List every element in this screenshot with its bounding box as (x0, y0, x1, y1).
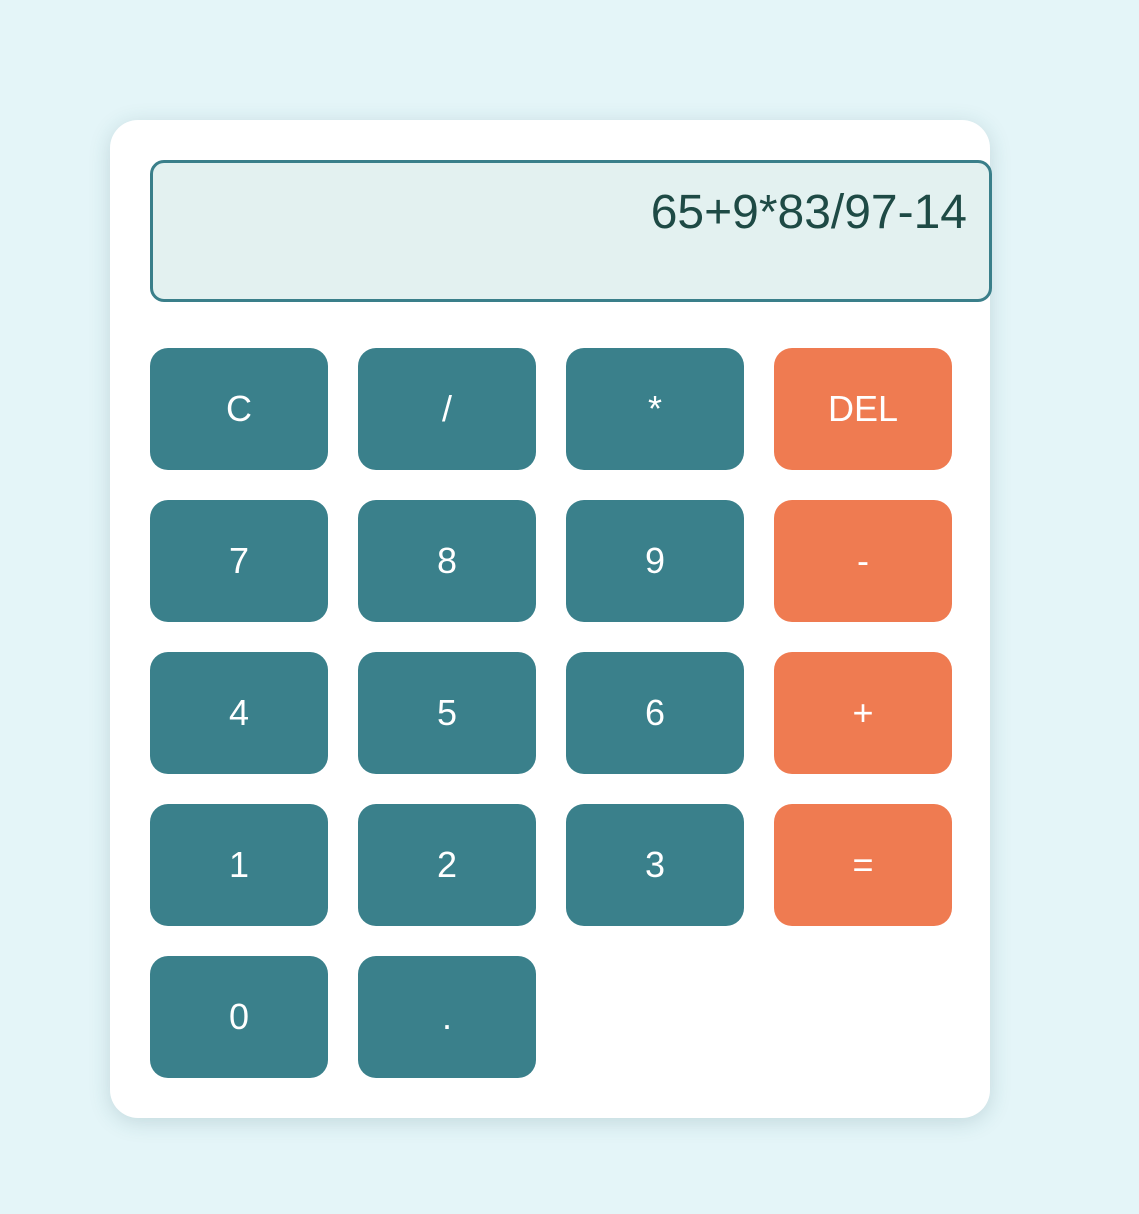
delete-button[interactable]: DEL (774, 348, 952, 470)
clear-button[interactable]: C (150, 348, 328, 470)
plus-button[interactable]: + (774, 652, 952, 774)
equals-button[interactable]: = (774, 804, 952, 926)
calculator-display: 65+9*83/97-14 (150, 160, 992, 302)
decimal-button[interactable]: . (358, 956, 536, 1078)
digit-1-button[interactable]: 1 (150, 804, 328, 926)
digit-8-button[interactable]: 8 (358, 500, 536, 622)
digit-6-button[interactable]: 6 (566, 652, 744, 774)
digit-5-button[interactable]: 5 (358, 652, 536, 774)
multiply-button[interactable]: * (566, 348, 744, 470)
digit-2-button[interactable]: 2 (358, 804, 536, 926)
divide-button[interactable]: / (358, 348, 536, 470)
digit-3-button[interactable]: 3 (566, 804, 744, 926)
minus-button[interactable]: - (774, 500, 952, 622)
digit-7-button[interactable]: 7 (150, 500, 328, 622)
digit-9-button[interactable]: 9 (566, 500, 744, 622)
digit-0-button[interactable]: 0 (150, 956, 328, 1078)
digit-4-button[interactable]: 4 (150, 652, 328, 774)
keypad: C / * DEL 7 8 9 - 4 5 6 + 1 2 3 = 0 . (150, 348, 952, 1078)
calculator: 65+9*83/97-14 C / * DEL 7 8 9 - 4 5 6 + … (110, 120, 992, 1118)
